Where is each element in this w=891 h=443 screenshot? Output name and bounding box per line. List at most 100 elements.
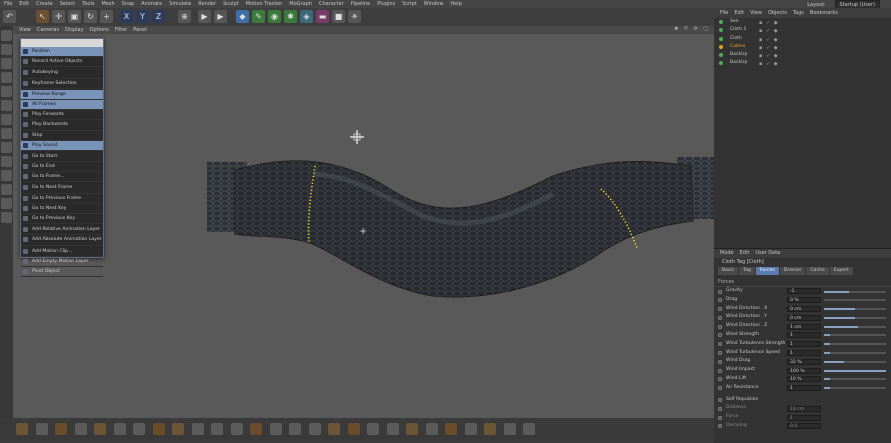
- menu-edit[interactable]: Edit: [19, 0, 29, 8]
- param-value-field[interactable]: 10 cm: [787, 405, 821, 412]
- floor-icon[interactable]: ▬: [316, 10, 329, 23]
- grid-icon[interactable]: [386, 423, 399, 435]
- animate-toggle-icon[interactable]: [718, 424, 722, 429]
- pla-key-icon[interactable]: [152, 423, 165, 435]
- z-axis-icon[interactable]: Z: [152, 10, 165, 23]
- tab-basic[interactable]: Basic: [718, 267, 739, 275]
- y-axis-icon[interactable]: Y: [136, 10, 149, 23]
- menu-item[interactable]: Position: [21, 47, 103, 58]
- param-slider[interactable]: [824, 290, 886, 293]
- param-key-icon[interactable]: [133, 423, 145, 435]
- am-menu-edit[interactable]: Edit: [740, 249, 750, 258]
- object-row[interactable]: Cables ▪ ✓ ◆: [714, 43, 891, 51]
- layer-icon[interactable]: [406, 423, 418, 435]
- animate-toggle-icon[interactable]: [718, 406, 722, 411]
- am-menu-user-data[interactable]: User Data: [755, 249, 780, 258]
- render-picture-viewer-icon[interactable]: ▶: [214, 10, 227, 23]
- subdivision-surface-icon[interactable]: ◉: [268, 10, 281, 23]
- om-menu-edit[interactable]: Edit: [734, 8, 744, 18]
- material-icon[interactable]: [269, 423, 282, 435]
- menu-sculpt[interactable]: Sculpt: [223, 0, 239, 8]
- animate-toggle-icon[interactable]: [718, 324, 722, 329]
- param-slider[interactable]: [824, 369, 886, 372]
- menu-snap[interactable]: Snap: [122, 0, 135, 8]
- light-tool-icon[interactable]: [328, 423, 340, 435]
- param-slider[interactable]: [824, 334, 886, 337]
- x-axis-icon[interactable]: X: [120, 10, 133, 23]
- om-menu-tags[interactable]: Tags: [793, 8, 804, 18]
- undo-icon[interactable]: ↶: [3, 10, 16, 23]
- animate-toggle-icon[interactable]: [718, 386, 722, 391]
- animate-toggle-icon[interactable]: [718, 359, 722, 364]
- menu-item[interactable]: Preview Range: [21, 89, 103, 100]
- texture-icon[interactable]: [308, 423, 321, 435]
- menu-file[interactable]: File: [4, 0, 12, 8]
- magnet-icon[interactable]: [445, 423, 457, 435]
- param-value-field[interactable]: 1: [787, 414, 821, 421]
- menu-item[interactable]: Keyframe Selection: [21, 79, 103, 89]
- menu-create[interactable]: Create: [36, 0, 53, 8]
- param-value-field[interactable]: 1: [787, 341, 821, 348]
- animate-toggle-icon[interactable]: [718, 289, 722, 294]
- param-value-field[interactable]: -1: [787, 288, 821, 295]
- om-menu-view[interactable]: View: [750, 8, 762, 18]
- menu-item[interactable]: Autokeying: [21, 68, 103, 79]
- param-slider[interactable]: [824, 387, 886, 390]
- live-selection-icon[interactable]: ↖: [36, 10, 49, 23]
- menu-item[interactable]: Play Backwards: [21, 120, 103, 131]
- quantize-icon[interactable]: [1, 170, 12, 181]
- light-icon[interactable]: ☀: [348, 10, 361, 23]
- scale-icon[interactable]: ▣: [68, 10, 81, 23]
- keyframe-icon[interactable]: [55, 423, 67, 435]
- menu-motion-tracker[interactable]: Motion Tracker: [246, 0, 283, 8]
- camera-icon[interactable]: ■: [332, 10, 345, 23]
- menu-render[interactable]: Render: [198, 0, 216, 8]
- tab-cache[interactable]: Cache: [806, 267, 829, 275]
- object-row[interactable]: BackUp ▪ ✓ ◆: [714, 59, 891, 67]
- tab-tag[interactable]: Tag: [739, 267, 755, 275]
- animate-toggle-icon[interactable]: [718, 398, 722, 403]
- planar-workplane-icon[interactable]: [1, 198, 12, 209]
- ball-icon[interactable]: [484, 423, 496, 435]
- param-value-field[interactable]: 0 cm: [787, 305, 821, 312]
- menu-simulate[interactable]: Simulate: [169, 0, 191, 8]
- menu-help[interactable]: Help: [450, 0, 461, 8]
- scale-key-icon[interactable]: [94, 423, 106, 435]
- tab-forces[interactable]: Forces: [755, 267, 779, 275]
- recent-tools-icon[interactable]: +: [100, 10, 113, 23]
- render-icon[interactable]: [230, 423, 243, 435]
- array-icon[interactable]: ✱: [284, 10, 297, 23]
- menu-item[interactable]: Pivot Object: [21, 267, 103, 278]
- object-row[interactable]: Sen ▪ ✓ ◆: [714, 18, 891, 26]
- polygons-mode-icon[interactable]: [1, 114, 12, 125]
- param-slider[interactable]: [824, 299, 886, 302]
- object-tags-icon[interactable]: ▪ ✓ ◆: [759, 60, 779, 68]
- animate-toggle-icon[interactable]: [718, 351, 722, 356]
- animate-toggle-icon[interactable]: [718, 368, 722, 373]
- menu-item[interactable]: Add Absolute Animation Layer: [21, 235, 103, 246]
- spline-pen-icon[interactable]: ✎: [252, 10, 265, 23]
- animate-toggle-icon[interactable]: [718, 415, 722, 420]
- model-mode-icon[interactable]: [1, 44, 12, 55]
- am-menu-mode[interactable]: Mode: [720, 249, 734, 258]
- menu-animate[interactable]: Animate: [141, 0, 162, 8]
- param-slider[interactable]: [824, 352, 886, 355]
- menu-item[interactable]: Add Empty Motion Layer: [21, 257, 103, 267]
- param-value-field[interactable]: 0.5: [787, 423, 821, 430]
- menu-item[interactable]: Go to Start: [21, 152, 103, 163]
- sky-icon[interactable]: [347, 423, 360, 435]
- menu-item[interactable]: Go to Previous Frame: [21, 194, 103, 204]
- cube-icon[interactable]: ◆: [236, 10, 249, 23]
- menu-mesh[interactable]: Mesh: [101, 0, 114, 8]
- menu-item[interactable]: Stop: [21, 131, 103, 141]
- menu-item[interactable]: Add Relative Animation Layer: [21, 225, 103, 236]
- param-value-field[interactable]: 1: [787, 332, 821, 339]
- menu-script[interactable]: Script: [402, 0, 417, 8]
- menu-character[interactable]: Character: [319, 0, 344, 8]
- rotation-key-icon[interactable]: [113, 423, 126, 435]
- lock-workplane-icon[interactable]: [1, 184, 12, 195]
- menu-tools[interactable]: Tools: [82, 0, 94, 8]
- enable-axis-icon[interactable]: [1, 128, 12, 139]
- tab-expert[interactable]: Expert: [829, 267, 853, 275]
- deformer-tool-icon[interactable]: [425, 423, 438, 435]
